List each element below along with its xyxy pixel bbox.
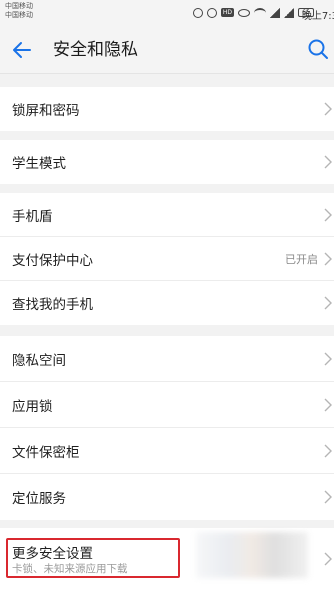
list-item-label: 手机盾 [12, 208, 53, 225]
app-header: 安全和隐私 [0, 26, 334, 74]
signal-2-icon [284, 7, 294, 18]
headset-icon [193, 7, 203, 18]
settings-group-student: 学生模式 [0, 140, 334, 184]
list-item-find-my-phone[interactable]: 查找我的手机 [0, 281, 334, 325]
chevron-right-icon [324, 296, 332, 310]
status-time: 晚上7:3 [301, 11, 334, 22]
signal-icon [270, 7, 280, 18]
chevron-right-icon [324, 252, 332, 265]
search-icon[interactable] [306, 37, 330, 61]
alarm-icon [207, 7, 217, 18]
list-item-payment-protection[interactable]: 支付保护中心 已开启 [0, 237, 334, 281]
settings-group-privacy: 隐私空间 应用锁 文件保密柜 定位服务 [0, 336, 334, 520]
settings-group-more: 更多安全设置 卡锁、未知来源应用下载 [0, 528, 334, 589]
chevron-right-icon [324, 552, 332, 565]
list-item-private-space[interactable]: 隐私空间 [0, 336, 334, 382]
list-item-label: 应用锁 [12, 398, 53, 415]
list-item-file-safe[interactable]: 文件保密柜 [0, 428, 334, 474]
list-item-label: 定位服务 [12, 491, 66, 507]
carrier-info: 中国移动 中国移动 [5, 2, 33, 20]
list-item-app-lock[interactable]: 应用锁 [0, 382, 334, 428]
settings-group-lock: 锁屏和密码 [0, 87, 334, 131]
eye-comfort-icon [238, 8, 250, 17]
chevron-right-icon [324, 352, 332, 365]
back-arrow-icon[interactable] [10, 38, 34, 62]
list-item-label: 锁屏和密码 [12, 103, 80, 119]
chevron-right-icon [324, 155, 332, 169]
list-item-label: 文件保密柜 [12, 444, 80, 461]
list-item-label: 支付保护中心 [12, 252, 93, 269]
more-security-subtitle: 卡锁、未知来源应用下载 [12, 563, 128, 575]
status-icons: HD 65 [193, 6, 314, 19]
chevron-right-icon [324, 398, 332, 411]
hd-icon: HD [221, 8, 234, 17]
more-security-title: 更多安全设置 [12, 546, 93, 562]
carrier-label-1: 中国移动 [5, 2, 33, 10]
list-item-student-mode[interactable]: 学生模式 [0, 140, 334, 184]
chevron-right-icon [324, 490, 332, 504]
list-item-lock-screen[interactable]: 锁屏和密码 [0, 87, 334, 131]
list-item-location-services[interactable]: 定位服务 [0, 474, 334, 520]
list-item-more-security-settings[interactable]: 更多安全设置 卡锁、未知来源应用下载 [0, 528, 334, 589]
page-title: 安全和隐私 [53, 40, 138, 60]
blurred-watermark [196, 532, 308, 578]
list-item-label: 学生模式 [12, 156, 66, 172]
list-item-phone-shield[interactable]: 手机盾 [0, 193, 334, 237]
status-bar: 中国移动 中国移动 HD 65 晚上7:3 [0, 0, 334, 26]
chevron-right-icon [324, 444, 332, 457]
chevron-right-icon [324, 102, 332, 116]
list-item-label: 隐私空间 [12, 352, 66, 369]
chevron-right-icon [324, 208, 332, 221]
settings-group-phone-security: 手机盾 支付保护中心 已开启 查找我的手机 [0, 193, 334, 325]
carrier-label-2: 中国移动 [5, 11, 33, 19]
wifi-icon [254, 7, 266, 18]
status-value: 已开启 [285, 252, 318, 266]
list-item-label: 查找我的手机 [12, 297, 93, 313]
